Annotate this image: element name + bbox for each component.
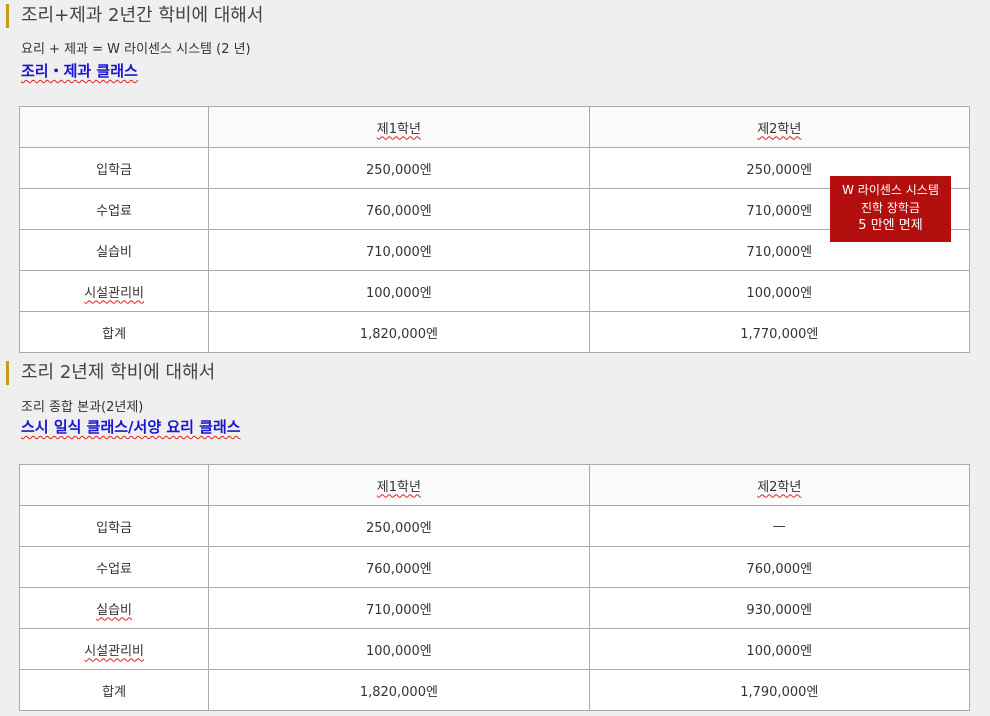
- year1-value: 760,000엔: [208, 188, 590, 230]
- section1-heading: 조리+제과 2년간 학비에 대해서: [6, 4, 263, 28]
- row-label: 수업료: [18, 546, 210, 588]
- section1-subtitle: 요리 + 제과 = W 라이센스 시스템 (2 년): [21, 42, 251, 57]
- year1-value: 100,000엔: [208, 628, 590, 670]
- table-row: 실습비 710,000엔 710,000엔: [18, 229, 971, 271]
- section2-fee-table: 제1학년 제2학년 입학금 250,000엔 — 수업료 760,000엔 76…: [18, 464, 971, 711]
- table-row: 실습비 710,000엔 930,000엔: [18, 587, 971, 629]
- year2-value: 930,000엔: [588, 587, 971, 629]
- row-label: 실습비: [18, 587, 210, 629]
- table-row-total: 합계 1,820,000엔 1,770,000엔: [18, 311, 971, 353]
- table-header-row: 제1학년 제2학년: [18, 106, 971, 148]
- year1-value: 250,000엔: [208, 505, 590, 547]
- row-label: 시설관리비: [18, 628, 210, 670]
- table-row: 입학금 250,000엔 250,000엔: [18, 147, 971, 189]
- section1-course-link[interactable]: 조리・제과 클래스: [21, 60, 138, 81]
- section2-subtitle: 조리 종합 본과(2년제): [21, 400, 144, 415]
- header-year1: 제1학년: [208, 106, 590, 148]
- badge-line1: W 라이센스 시스템: [842, 183, 939, 197]
- year2-value: 1,790,000엔: [588, 669, 971, 711]
- table-header-row: 제1학년 제2학년: [18, 464, 971, 506]
- section2-course-link[interactable]: 스시 일식 클래스/서양 요리 클래스: [21, 416, 241, 437]
- badge-line3: 5 만엔 면제: [858, 218, 923, 233]
- header-year2: 제2학년: [588, 464, 971, 506]
- row-label: 합계: [18, 669, 210, 711]
- scholarship-badge: W 라이센스 시스템 진학 장학금 5 만엔 면제: [830, 176, 951, 242]
- row-label: 실습비: [18, 229, 210, 271]
- year1-value: 1,820,000엔: [208, 311, 590, 353]
- year1-value: 1,820,000엔: [208, 669, 590, 711]
- section1-fee-table: 제1학년 제2학년 입학금 250,000엔 250,000엔 수업료 760,…: [18, 106, 971, 353]
- row-label: 수업료: [18, 188, 210, 230]
- header-empty-cell: [18, 464, 210, 506]
- row-label: 시설관리비: [18, 270, 210, 312]
- header-empty-cell: [18, 106, 210, 148]
- year2-value: 760,000엔: [588, 546, 971, 588]
- header-year1: 제1학년: [208, 464, 590, 506]
- year1-value: 250,000엔: [208, 147, 590, 189]
- year2-value: —: [588, 505, 971, 547]
- table-row: 시설관리비 100,000엔 100,000엔: [18, 270, 971, 312]
- year1-value: 710,000엔: [208, 587, 590, 629]
- year2-value: 100,000엔: [588, 270, 971, 312]
- table-row-total: 합계 1,820,000엔 1,790,000엔: [18, 669, 971, 711]
- row-label: 합계: [18, 311, 210, 353]
- row-label: 입학금: [18, 505, 210, 547]
- year2-value: 100,000엔: [588, 628, 971, 670]
- section2-heading: 조리 2년제 학비에 대해서: [6, 361, 215, 385]
- table-row: 입학금 250,000엔 —: [18, 505, 971, 547]
- table-row: 수업료 760,000엔 760,000엔: [18, 546, 971, 588]
- year1-value: 100,000엔: [208, 270, 590, 312]
- row-label: 입학금: [18, 147, 210, 189]
- year1-value: 710,000엔: [208, 229, 590, 271]
- table-row: 수업료 760,000엔 710,000엔: [18, 188, 971, 230]
- header-year2: 제2학년: [588, 106, 971, 148]
- year2-value: 1,770,000엔: [588, 311, 971, 353]
- table-row: 시설관리비 100,000엔 100,000엔: [18, 628, 971, 670]
- year1-value: 760,000엔: [208, 546, 590, 588]
- badge-line2: 진학 장학금: [860, 201, 920, 215]
